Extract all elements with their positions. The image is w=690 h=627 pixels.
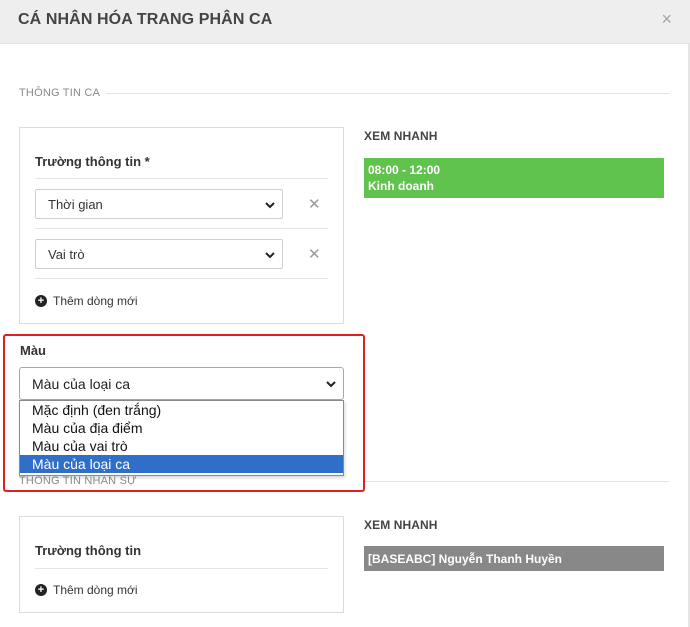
preview-staff-name: [BASEABC] Nguyễn Thanh Huyền [368,552,563,566]
chevron-down-icon [265,252,275,259]
field-select-value: Thời gian [48,197,103,212]
section-divider [106,93,669,94]
close-icon[interactable]: × [661,9,672,29]
divider [35,178,328,179]
add-row-label: Thêm dòng mới [53,583,138,597]
divider [35,568,328,569]
preview-title: XEM NHANH [364,518,438,532]
plus-circle-icon: + [35,295,47,307]
field-select-time[interactable]: Thời gian [35,189,283,219]
add-row-label: Thêm dòng mới [53,294,138,308]
modal-header: CÁ NHÂN HÓA TRANG PHÂN CA × [0,0,690,44]
add-row-button[interactable]: + Thêm dòng mới [35,583,138,597]
section-divider [365,481,669,482]
divider [35,228,328,229]
remove-row-icon[interactable]: ✕ [308,195,321,213]
fields-label: Trường thông tin * [35,154,150,169]
shift-fields-panel: Trường thông tin * Thời gian ✕ Vai trò ✕… [19,127,344,324]
remove-row-icon[interactable]: ✕ [308,245,321,263]
staff-preview-card: [BASEABC] Nguyễn Thanh Huyền [364,546,664,571]
shift-preview-card: 08:00 - 12:00 Kinh doanh [364,158,664,198]
fields-label: Trường thông tin [35,543,142,558]
chevron-down-icon [265,202,275,209]
modal-title: CÁ NHÂN HÓA TRANG PHÂN CA [18,11,273,28]
preview-role: Kinh doanh [368,179,434,193]
add-row-button[interactable]: + Thêm dòng mới [35,294,138,308]
staff-fields-panel: Trường thông tin + Thêm dòng mới [19,516,344,613]
field-select-value: Vai trò [48,247,85,262]
preview-time: 08:00 - 12:00 [368,163,441,177]
section-title-shift-info: THÔNG TIN CA [19,87,101,99]
plus-circle-icon: + [35,584,47,596]
field-select-role[interactable]: Vai trò [35,239,283,269]
divider [35,278,328,279]
annotation-highlight [3,334,365,492]
preview-title: XEM NHANH [364,129,438,143]
